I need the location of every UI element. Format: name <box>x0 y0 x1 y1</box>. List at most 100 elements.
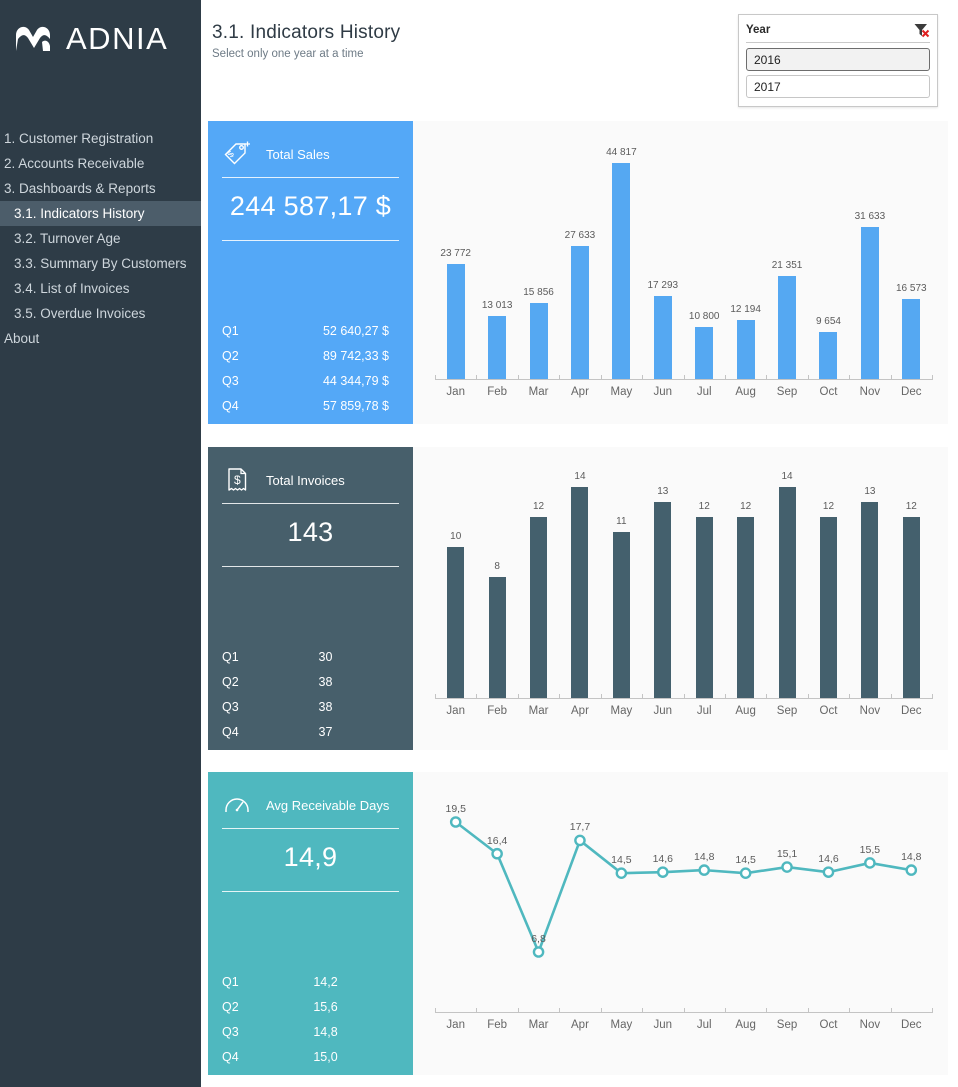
kpi-quarter-row: Q1 14,2 <box>222 970 399 995</box>
kpi-quarters: Q1 52 640,27 $ Q2 89 742,33 $ Q3 44 344,79 $ Q… <box>222 319 399 419</box>
kpi-quarter-row: Q4 15,0 <box>222 1045 399 1070</box>
bar-value-label: 12 194 <box>730 304 761 316</box>
x-axis-tick <box>683 375 685 380</box>
bar-value-label: 44 817 <box>606 147 637 158</box>
kpi-quarters: Q1 14,2 Q2 15,6 Q3 14,8 Q4 15,0 <box>222 970 399 1070</box>
kpi-quarter-label: Q2 <box>222 349 239 363</box>
bar[interactable] <box>819 332 838 379</box>
sidebar-item-3-4-list-of-invoices[interactable]: 3.4. List of Invoices <box>0 276 201 301</box>
bar[interactable] <box>447 547 465 698</box>
bar[interactable] <box>902 517 920 698</box>
data-point[interactable] <box>532 946 545 958</box>
bar[interactable] <box>861 502 879 698</box>
x-axis-tick <box>435 694 436 699</box>
bar[interactable] <box>736 320 755 379</box>
kpi-quarter-label: Q1 <box>222 650 239 664</box>
sidebar-item-3-dashboards-reports[interactable]: 3. Dashboards & Reports <box>0 176 201 201</box>
slicer-option-2016[interactable]: 2016 <box>746 48 930 71</box>
kpi-value: 244 587,17 $ <box>229 191 392 221</box>
slicer-options: 2016 2017 <box>746 48 930 98</box>
bar[interactable] <box>571 487 589 698</box>
data-point[interactable] <box>698 864 711 876</box>
bar[interactable] <box>902 299 921 379</box>
bar-value-label: 10 <box>450 531 462 543</box>
sidebar: ADNIA 1. Customer Registration 2. Account… <box>0 0 201 1087</box>
kpi-quarter-value: 15,6 <box>313 1000 338 1014</box>
sidebar-item-label: 3. Dashboards & Reports <box>4 181 156 196</box>
sidebar-item-3-3-summary-by-customers[interactable]: 3.3. Summary By Customers <box>0 251 201 276</box>
bar[interactable] <box>612 532 630 698</box>
data-point[interactable] <box>491 847 503 860</box>
sidebar-item-2-accounts-receivable[interactable]: 2. Accounts Receivable <box>0 151 201 176</box>
slicer-title: Year <box>746 24 771 36</box>
bar[interactable] <box>612 163 631 379</box>
bar[interactable] <box>488 577 506 698</box>
kpi-quarter-label: Q3 <box>222 374 239 388</box>
bar[interactable] <box>446 264 465 379</box>
invoice-dollar-icon: $ <box>222 465 252 495</box>
plot-area: 23 772 Jan 13 013 Feb 15 856 Mar 27 633 Apr 44 8… <box>413 121 948 424</box>
bar[interactable] <box>737 517 755 698</box>
main-content: 3.1. Indicators History Select only one … <box>201 0 958 1087</box>
clear-filter-icon[interactable] <box>913 22 930 38</box>
sidebar-item-3-2-turnover-age[interactable]: 3.2. Turnover Age <box>0 226 201 251</box>
slicer-option-2017[interactable]: 2017 <box>746 75 930 98</box>
bar[interactable] <box>778 276 797 379</box>
kpi-quarter-label: Q4 <box>222 1050 239 1064</box>
kpi-divider-bottom <box>222 566 399 567</box>
data-point[interactable] <box>781 861 793 873</box>
data-point[interactable] <box>739 867 752 879</box>
data-point[interactable] <box>864 857 876 869</box>
data-point[interactable] <box>574 834 586 847</box>
x-axis-tick <box>849 375 851 380</box>
bar[interactable] <box>653 295 672 379</box>
point-value-label: 6,8 <box>531 933 546 945</box>
kpi-avg-receivable-days: Avg Receivable Days 14,9 Q1 14,2 Q2 15,6 Q3 1… <box>208 772 413 1075</box>
kpi-quarter-row: Q3 44 344,79 $ <box>222 369 399 394</box>
sidebar-item-about[interactable]: About <box>0 326 201 351</box>
point-value-label: 14,8 <box>901 851 922 864</box>
kpi-quarter-row: Q4 57 859,78 $ <box>222 394 399 419</box>
bar[interactable] <box>695 517 713 698</box>
sidebar-item-label: 3.4. List of Invoices <box>14 281 130 296</box>
bar[interactable] <box>695 326 714 379</box>
sidebar-item-label: 3.1. Indicators History <box>14 206 145 221</box>
kpi-quarter-value: 52 640,27 $ <box>322 324 389 338</box>
bar-value-label: 13 <box>657 486 669 498</box>
kpi-quarter-value: 89 742,33 $ <box>322 349 389 363</box>
kpi-quarter-row: Q3 14,8 <box>222 1020 399 1045</box>
bar[interactable] <box>488 316 507 379</box>
bar[interactable] <box>654 502 672 698</box>
sidebar-item-3-1-indicators-history[interactable]: 3.1. Indicators History <box>0 201 201 226</box>
data-point[interactable] <box>615 867 628 879</box>
avg-receivable-days-chart: 19,5 Jan 16,4 Feb 6,8 Mar 17,7 Apr 14,5 May 14,6 Ju… <box>413 772 948 1075</box>
kpi-divider-bottom <box>222 240 399 241</box>
card-total-sales: $ Total Sales 244 587,17 $ Q1 52 640,27 $… <box>208 121 948 424</box>
bar[interactable] <box>819 517 837 698</box>
bar[interactable] <box>778 487 796 698</box>
bar[interactable] <box>529 302 548 379</box>
x-axis-tick <box>642 375 644 380</box>
total-sales-chart: 23 772 Jan 13 013 Feb 15 856 Mar 27 633 Apr 44 8… <box>413 121 948 424</box>
bar[interactable] <box>860 226 879 379</box>
sidebar-item-1-customer-registration[interactable]: 1. Customer Registration <box>0 126 201 151</box>
bar[interactable] <box>570 245 589 379</box>
x-axis-tick <box>517 375 519 380</box>
x-axis-tick <box>600 375 602 380</box>
sidebar-item-3-5-overdue-invoices[interactable]: 3.5. Overdue Invoices <box>0 301 201 326</box>
bar[interactable] <box>530 517 548 698</box>
data-point[interactable] <box>905 864 918 876</box>
bar-value-label: 31 633 <box>854 210 886 222</box>
x-axis-tick <box>890 694 892 699</box>
kpi-quarter-value: 57 859,78 $ <box>322 399 389 413</box>
bar-value-label: 21 351 <box>771 260 803 272</box>
data-point[interactable] <box>449 816 462 828</box>
x-axis-tick <box>476 694 478 699</box>
total-invoices-chart: 10 Jan 8 Feb 12 Mar 14 Apr 11 May 13 Jun 12 Jul 12 Aug 1… <box>413 447 948 750</box>
kpi-quarters: Q1 30 Q2 38 Q3 38 Q4 37 <box>222 645 399 745</box>
data-point[interactable] <box>656 866 669 878</box>
sidebar-item-label: 3.2. Turnover Age <box>14 231 121 246</box>
bar-value-label: 15 856 <box>523 286 554 298</box>
data-point[interactable] <box>822 866 835 878</box>
bar-value-label: 13 <box>864 486 876 498</box>
